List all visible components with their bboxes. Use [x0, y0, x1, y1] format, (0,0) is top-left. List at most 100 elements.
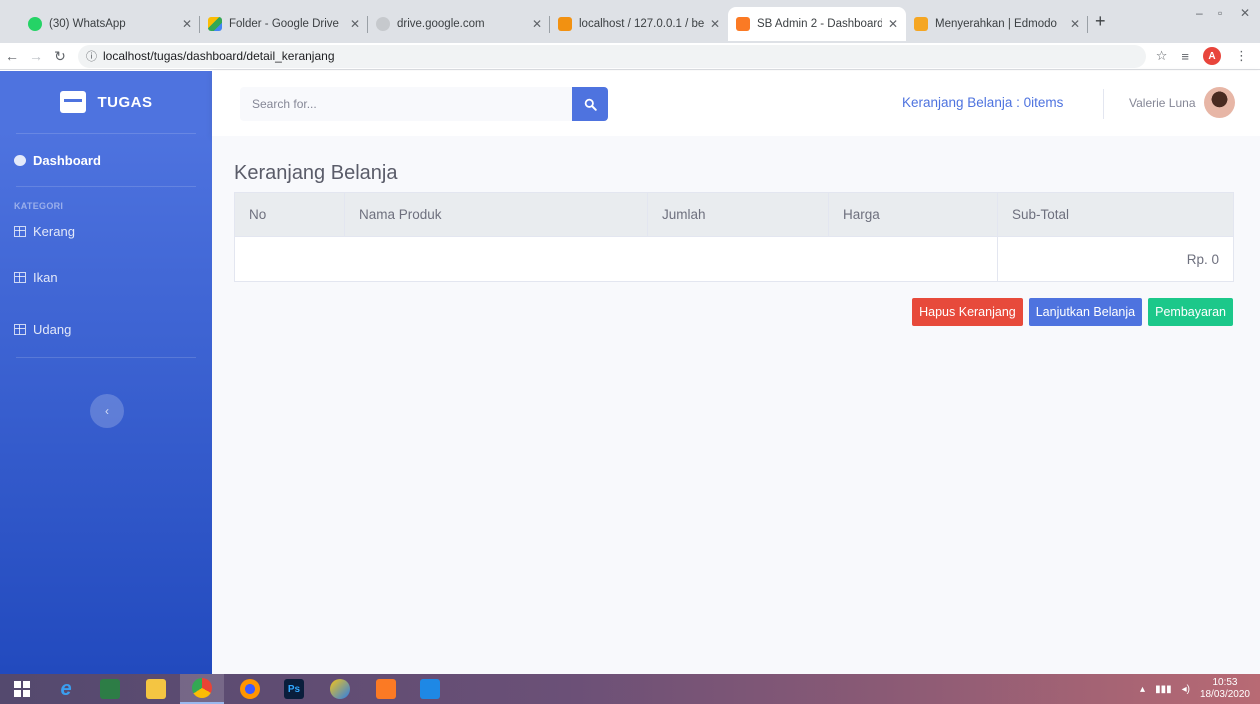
- xampp-icon: [736, 17, 750, 31]
- column-header-subtotal: Sub-Total: [997, 192, 1234, 237]
- reading-list-icon[interactable]: ≡: [1181, 49, 1189, 64]
- menu-icon[interactable]: ⋮: [1235, 48, 1248, 64]
- network-icon[interactable]: ▮▮▮: [1155, 684, 1172, 695]
- url-field[interactable]: ⓘ localhost/tugas/dashboard/detail_keran…: [78, 44, 1146, 68]
- sidebar-item-ikan[interactable]: Ikan: [0, 251, 212, 303]
- system-tray: ▴ ▮▮▮ ◂) 10:53 18/03/2020: [1140, 674, 1250, 704]
- minimize-icon[interactable]: –: [1196, 6, 1203, 20]
- browser-tab-whatsapp[interactable]: (30) WhatsApp ✕: [20, 7, 200, 41]
- close-icon[interactable]: ✕: [888, 17, 898, 31]
- column-header-quantity: Jumlah: [647, 192, 829, 237]
- sidebar-item-label: Udang: [33, 321, 72, 337]
- cart-table: No Nama Produk Jumlah Harga Sub-Total Rp…: [234, 192, 1234, 282]
- cart-link[interactable]: Keranjang Belanja : 0items: [902, 95, 1063, 110]
- browser-tab-phpmyadmin[interactable]: localhost / 127.0.0.1 / be ✕: [550, 7, 728, 41]
- windows-taskbar: e Ps ▴ ▮▮▮ ◂) 10:53 18/03/2020: [0, 674, 1260, 704]
- windows-logo-icon: [14, 681, 30, 697]
- chevron-left-icon: ‹: [105, 404, 109, 418]
- sidebar: TUGAS Dashboard KATEGORI Kerang Ikan Uda…: [0, 71, 212, 674]
- sidebar-brand[interactable]: TUGAS: [0, 71, 212, 133]
- search-form: [240, 87, 608, 121]
- taskbar-internet-explorer[interactable]: e: [44, 674, 88, 704]
- tab-title: (30) WhatsApp: [49, 18, 126, 30]
- topbar-divider: [1103, 89, 1104, 119]
- clock[interactable]: 10:53 18/03/2020: [1200, 677, 1250, 701]
- table-header-row: No Nama Produk Jumlah Harga Sub-Total: [234, 192, 1234, 237]
- brand-name: TUGAS: [97, 93, 153, 111]
- page-title: Keranjang Belanja: [234, 162, 398, 184]
- browser-tab-sb-admin[interactable]: SB Admin 2 - Dashboard ✕: [728, 7, 906, 41]
- sidebar-item-label: Kerang: [33, 223, 75, 239]
- tachometer-icon: [14, 154, 26, 166]
- bookmark-star-icon[interactable]: ☆: [1156, 48, 1168, 64]
- cart-actions: Hapus Keranjang Lanjutkan Belanja Pembay…: [912, 298, 1233, 326]
- taskbar-store[interactable]: [88, 674, 132, 704]
- show-hidden-icons-icon[interactable]: ▴: [1140, 684, 1145, 695]
- column-header-price: Harga: [828, 192, 998, 237]
- browser-tab-drive-google[interactable]: drive.google.com ✕: [368, 7, 550, 41]
- store-icon: [59, 91, 86, 113]
- reload-icon[interactable]: ↻: [48, 48, 72, 65]
- photoshop-icon: Ps: [284, 679, 304, 699]
- continue-shopping-button[interactable]: Lanjutkan Belanja: [1028, 298, 1143, 326]
- tab-title: localhost / 127.0.0.1 / be: [579, 18, 704, 30]
- chrome-icon: [192, 678, 212, 698]
- close-icon[interactable]: ✕: [710, 17, 720, 31]
- close-window-icon[interactable]: ✕: [1240, 6, 1250, 20]
- table-icon: [14, 271, 26, 283]
- taskbar-vscode[interactable]: [408, 674, 452, 704]
- volume-icon[interactable]: ◂): [1182, 684, 1190, 695]
- maximize-icon[interactable]: ▫: [1218, 6, 1222, 20]
- close-icon[interactable]: ✕: [1070, 17, 1080, 31]
- taskbar-file-explorer[interactable]: [134, 674, 178, 704]
- close-icon[interactable]: ✕: [532, 17, 542, 31]
- user-name: Valerie Luna: [1129, 95, 1196, 110]
- browser-tab-edmodo[interactable]: Menyerahkan | Edmodo ✕: [906, 7, 1088, 41]
- whatsapp-icon: [28, 17, 42, 31]
- sidebar-item-dashboard[interactable]: Dashboard: [0, 134, 212, 186]
- firefox-icon: [240, 679, 260, 699]
- browser-tab-google-drive[interactable]: Folder - Google Drive ✕: [200, 7, 368, 41]
- search-button[interactable]: [572, 87, 608, 121]
- sidebar-item-kerang[interactable]: Kerang: [0, 211, 212, 251]
- sidebar-item-udang[interactable]: Udang: [0, 303, 212, 355]
- search-icon: [584, 98, 597, 111]
- taskbar-chrome[interactable]: [180, 674, 224, 704]
- column-header-product: Nama Produk: [344, 192, 648, 237]
- sidebar-divider: [16, 357, 196, 358]
- taskbar-xampp[interactable]: [364, 674, 408, 704]
- info-icon[interactable]: ⓘ: [86, 48, 97, 64]
- user-dropdown[interactable]: Valerie Luna: [1129, 87, 1235, 118]
- forward-icon[interactable]: →: [24, 48, 48, 64]
- profile-avatar[interactable]: A: [1203, 47, 1221, 65]
- tab-title: Folder - Google Drive: [229, 18, 339, 30]
- sidebar-item-label: Dashboard: [33, 152, 101, 168]
- close-icon[interactable]: ✕: [350, 17, 360, 31]
- taskbar-firefox[interactable]: [228, 674, 272, 704]
- browser-tab-strip: (30) WhatsApp ✕ Folder - Google Drive ✕ …: [0, 0, 1260, 43]
- back-icon[interactable]: ←: [0, 48, 24, 64]
- search-input[interactable]: [240, 87, 572, 121]
- clear-cart-button[interactable]: Hapus Keranjang: [912, 298, 1023, 326]
- table-icon: [14, 323, 26, 335]
- checkout-button[interactable]: Pembayaran: [1148, 298, 1233, 326]
- sidebar-toggle-button[interactable]: ‹: [90, 394, 124, 428]
- globe-icon: [376, 17, 390, 31]
- taskbar-paint[interactable]: [318, 674, 362, 704]
- table-icon: [14, 225, 26, 237]
- address-bar: ← → ↻ ⓘ localhost/tugas/dashboard/detail…: [0, 43, 1260, 70]
- clock-time: 10:53: [1212, 677, 1238, 688]
- sidebar-heading: KATEGORI: [14, 201, 64, 211]
- phpmyadmin-icon: [558, 17, 572, 31]
- sidebar-item-label: Ikan: [33, 269, 58, 285]
- edmodo-icon: [914, 17, 928, 31]
- empty-cell: [234, 236, 998, 282]
- taskbar-photoshop[interactable]: Ps: [272, 674, 316, 704]
- start-button[interactable]: [0, 674, 44, 704]
- table-row: Rp. 0: [234, 236, 1234, 282]
- tab-title: Menyerahkan | Edmodo: [935, 18, 1057, 30]
- new-tab-button[interactable]: +: [1095, 11, 1106, 32]
- avatar: [1203, 87, 1235, 118]
- tab-title: SB Admin 2 - Dashboard: [757, 18, 882, 30]
- close-icon[interactable]: ✕: [182, 17, 192, 31]
